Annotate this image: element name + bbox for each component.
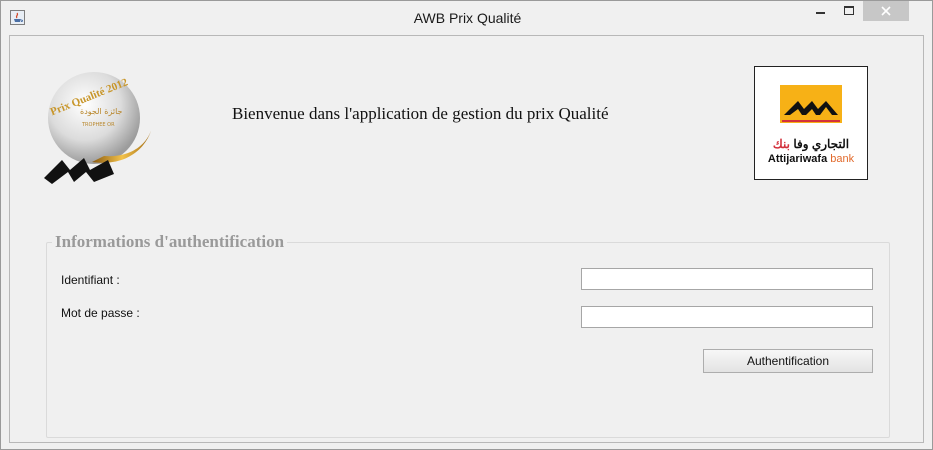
- auth-groupbox-title: Informations d'authentification: [52, 232, 288, 252]
- identifiant-label: Identifiant :: [61, 273, 120, 287]
- password-input[interactable]: [581, 306, 873, 328]
- trophy-logo-arabic-text: جائزة الجودة: [80, 107, 123, 116]
- app-window: AWB Prix Qualité Prix Qualité 2012 جائزة…: [0, 0, 933, 450]
- window-title: AWB Prix Qualité: [413, 10, 522, 26]
- attijariwafa-logo: التجاري وفا بنك Attijariwafa bank: [754, 66, 868, 180]
- title-bar[interactable]: AWB Prix Qualité: [1, 1, 932, 35]
- close-icon: [881, 6, 891, 16]
- identifiant-input[interactable]: [581, 268, 873, 290]
- minimize-button[interactable]: [807, 1, 835, 21]
- trophy-logo: Prix Qualité 2012 جائزة الجودة TROPHEE O…: [34, 60, 174, 205]
- maximize-button[interactable]: [835, 1, 863, 21]
- welcome-message: Bienvenue dans l'application de gestion …: [232, 104, 609, 123]
- bank-name-arabic: التجاري وفا بنك: [772, 137, 850, 151]
- trophy-logo-sub: TROPHEE OR: [81, 122, 115, 128]
- bank-name-latin: Attijariwafa bank: [767, 153, 855, 165]
- password-label: Mot de passe :: [61, 306, 140, 320]
- authenticate-button[interactable]: Authentification: [703, 349, 873, 373]
- main-panel: Prix Qualité 2012 جائزة الجودة TROPHEE O…: [9, 35, 924, 443]
- close-button[interactable]: [863, 1, 909, 21]
